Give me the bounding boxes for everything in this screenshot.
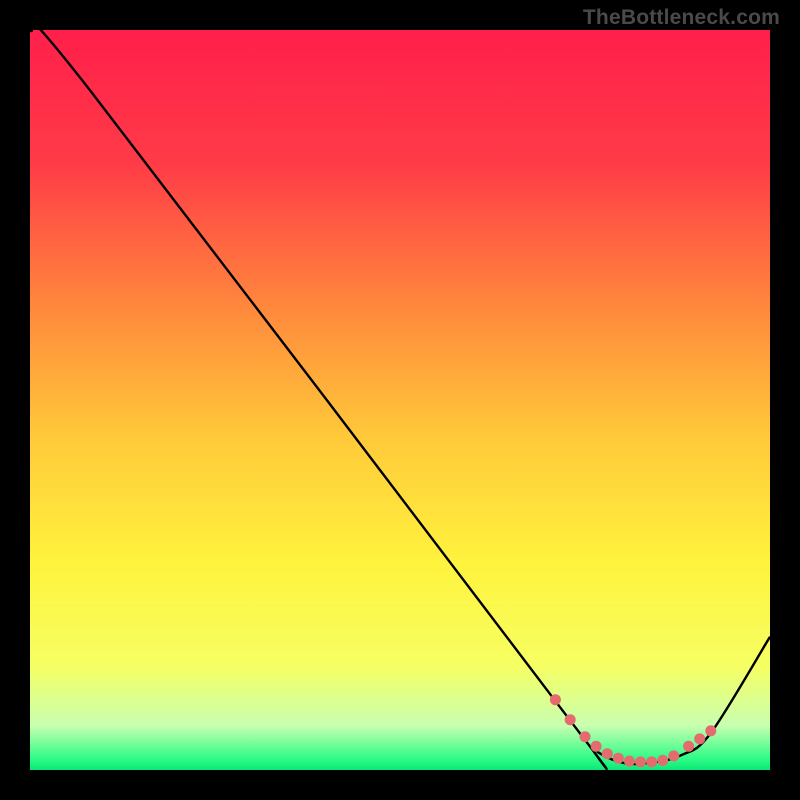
- marker-dot: [646, 756, 657, 767]
- marker-dot: [705, 725, 716, 736]
- plot-area: [30, 30, 770, 770]
- marker-dot: [580, 731, 591, 742]
- chart-stage: TheBottleneck.com: [0, 0, 800, 800]
- chart-svg: [30, 30, 770, 770]
- marker-dot: [624, 756, 635, 767]
- marker-dot: [550, 694, 561, 705]
- marker-dot: [668, 750, 679, 761]
- marker-dot: [657, 755, 668, 766]
- marker-dot: [613, 753, 624, 764]
- marker-dot: [591, 741, 602, 752]
- gradient-background: [30, 30, 770, 770]
- marker-dot: [565, 714, 576, 725]
- marker-dot: [683, 741, 694, 752]
- watermark-text: TheBottleneck.com: [583, 6, 780, 30]
- marker-dot: [635, 756, 646, 767]
- marker-dot: [602, 748, 613, 759]
- marker-dot: [694, 733, 705, 744]
